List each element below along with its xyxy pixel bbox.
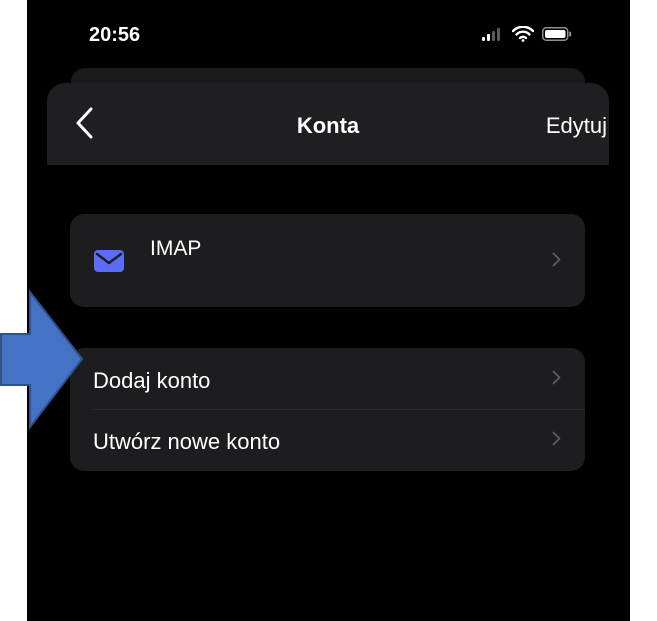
chevron-right-icon bbox=[552, 431, 561, 446]
actions-group: Dodaj konto Utwórz nowe konto bbox=[70, 348, 585, 471]
add-account-row[interactable]: Dodaj konto bbox=[70, 348, 585, 410]
mail-icon bbox=[94, 250, 124, 272]
account-label: IMAP bbox=[150, 237, 202, 260]
pointer-arrow-annotation bbox=[0, 290, 84, 430]
status-icons bbox=[482, 26, 572, 42]
account-row-imap[interactable]: IMAP bbox=[70, 214, 585, 307]
chevron-right-icon bbox=[552, 370, 561, 385]
create-account-row[interactable]: Utwórz nowe konto bbox=[70, 409, 585, 470]
chevron-right-icon bbox=[552, 252, 561, 267]
status-time: 20:56 bbox=[89, 24, 141, 46]
page-title: Konta bbox=[296, 113, 360, 138]
edit-button[interactable]: Edytuj bbox=[546, 113, 607, 139]
battery-icon bbox=[542, 27, 572, 41]
navigation-bar: Konta Edytuj bbox=[47, 83, 609, 165]
create-account-label: Utwórz nowe konto bbox=[93, 429, 281, 454]
accounts-group: IMAP bbox=[70, 214, 585, 307]
wifi-icon bbox=[512, 26, 534, 42]
signal-icon bbox=[482, 28, 500, 41]
